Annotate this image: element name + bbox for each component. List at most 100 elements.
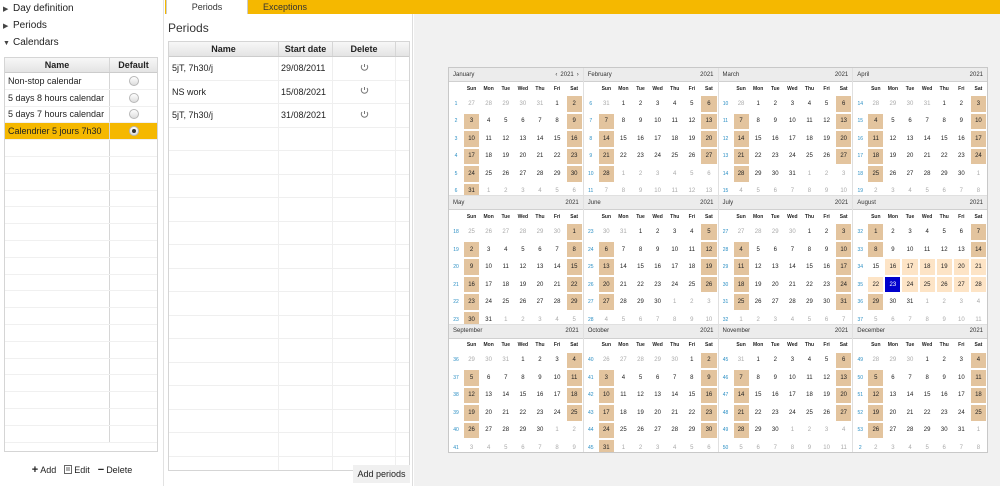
day-cell[interactable]: 8 — [969, 182, 987, 196]
caret-down-icon[interactable]: ▼ — [3, 35, 13, 52]
day-cell[interactable]: 30 — [514, 95, 532, 113]
day-cell[interactable]: 30 — [463, 310, 481, 324]
day-cell[interactable]: 2 — [700, 351, 718, 370]
day-cell[interactable]: 6 — [565, 182, 583, 196]
day-cell[interactable]: 8 — [565, 240, 583, 259]
day-cell[interactable]: 17 — [480, 275, 498, 294]
day-cell[interactable]: 1 — [918, 351, 936, 370]
day-cell[interactable]: 6 — [935, 439, 953, 452]
day-cell[interactable]: 7 — [597, 112, 615, 130]
day-cell[interactable]: 4 — [480, 439, 498, 452]
day-cell[interactable]: 16 — [935, 386, 953, 405]
day-cell[interactable]: 19 — [749, 275, 767, 294]
day-cell[interactable]: 1 — [497, 310, 515, 324]
day-cell[interactable]: 17 — [783, 386, 801, 405]
day-cell[interactable]: 7 — [497, 369, 515, 387]
day-cell[interactable]: 13 — [901, 130, 919, 148]
day-cell[interactable]: 17 — [835, 258, 853, 276]
day-cell[interactable]: 24 — [548, 404, 566, 422]
day-cell[interactable]: 18 — [666, 130, 684, 148]
day-cell[interactable]: 12 — [497, 130, 515, 148]
day-cell[interactable]: 1 — [732, 310, 750, 324]
day-cell[interactable]: 16 — [565, 130, 583, 148]
tree-item-calendars[interactable]: ▼ Calendars — [0, 34, 163, 51]
day-cell[interactable]: 15 — [749, 130, 767, 148]
day-cell[interactable]: 2 — [766, 95, 784, 113]
day-cell[interactable]: 27 — [514, 165, 532, 183]
day-cell[interactable]: 14 — [783, 258, 801, 276]
delete-icon[interactable] — [360, 110, 369, 121]
day-cell[interactable]: 1 — [548, 95, 566, 113]
tab-exceptions[interactable]: Exceptions — [250, 0, 320, 14]
day-cell[interactable]: 28 — [749, 223, 767, 241]
day-cell[interactable]: 5 — [614, 310, 632, 324]
day-cell[interactable]: 13 — [766, 258, 784, 276]
day-cell[interactable]: 13 — [514, 130, 532, 148]
day-cell[interactable]: 30 — [700, 421, 718, 440]
day-cell[interactable]: 4 — [497, 240, 515, 259]
day-cell[interactable]: 28 — [614, 293, 632, 311]
day-cell[interactable]: 7 — [766, 439, 784, 452]
column-header-name[interactable]: Name — [5, 58, 110, 72]
day-cell[interactable]: 31 — [597, 95, 615, 113]
day-cell[interactable]: 15 — [800, 258, 819, 276]
day-cell[interactable]: 20 — [700, 130, 718, 148]
calendar-row[interactable]: Non-stop calendar — [5, 73, 157, 90]
day-cell[interactable]: 6 — [884, 369, 902, 387]
default-radio[interactable] — [128, 109, 139, 120]
day-cell[interactable]: 6 — [766, 182, 784, 196]
day-cell[interactable]: 15 — [867, 258, 885, 276]
day-cell[interactable]: 14 — [918, 130, 936, 148]
day-cell[interactable]: 26 — [463, 421, 481, 440]
day-cell[interactable]: 18 — [565, 386, 583, 405]
day-cell[interactable]: 14 — [531, 130, 549, 148]
day-cell[interactable]: 3 — [649, 439, 667, 452]
day-cell[interactable]: 23 — [565, 147, 583, 165]
day-cell[interactable]: 7 — [918, 112, 936, 130]
day-cell[interactable]: 7 — [548, 240, 566, 259]
day-cell[interactable]: 19 — [818, 130, 836, 148]
day-cell[interactable]: 13 — [700, 182, 718, 196]
day-cell[interactable]: 28 — [901, 421, 919, 440]
day-cell[interactable]: 2 — [631, 439, 650, 452]
day-cell[interactable]: 24 — [952, 404, 970, 422]
day-cell[interactable]: 7 — [597, 182, 615, 196]
day-cell[interactable]: 18 — [614, 404, 632, 422]
day-cell[interactable]: 30 — [597, 223, 615, 241]
day-cell[interactable]: 7 — [783, 240, 801, 259]
day-cell[interactable]: 6 — [700, 165, 718, 183]
day-cell[interactable]: 10 — [666, 240, 684, 259]
calendar-row[interactable]: Calendrier 5 jours 7h30 — [5, 123, 157, 141]
day-cell[interactable]: 24 — [835, 275, 853, 294]
day-cell[interactable]: 11 — [666, 112, 684, 130]
day-cell[interactable]: 31 — [835, 293, 853, 311]
day-cell[interactable]: 8 — [918, 310, 936, 324]
day-cell[interactable]: 27 — [901, 165, 919, 183]
day-cell[interactable]: 1 — [918, 293, 936, 311]
day-cell[interactable]: 8 — [749, 112, 767, 130]
day-cell[interactable]: 28 — [497, 421, 515, 440]
day-cell[interactable]: 20 — [884, 404, 902, 422]
column-header-default[interactable]: Default — [110, 58, 157, 72]
day-cell[interactable]: 3 — [766, 310, 784, 324]
tree-item-day-definition[interactable]: ▶ Day definition — [0, 0, 163, 17]
day-cell[interactable]: 16 — [700, 386, 718, 405]
day-cell[interactable]: 20 — [649, 404, 667, 422]
day-cell[interactable]: 3 — [700, 293, 718, 311]
day-cell[interactable]: 2 — [565, 95, 583, 113]
day-cell[interactable]: 18 — [969, 386, 987, 405]
day-cell[interactable]: 29 — [548, 165, 566, 183]
day-cell[interactable]: 12 — [514, 258, 532, 276]
day-cell[interactable]: 26 — [935, 275, 953, 294]
day-cell[interactable]: 14 — [597, 130, 615, 148]
day-cell[interactable]: 2 — [749, 310, 767, 324]
day-cell[interactable]: 12 — [749, 258, 767, 276]
day-cell[interactable]: 5 — [683, 439, 701, 452]
day-cell[interactable]: 3 — [531, 310, 549, 324]
day-cell[interactable]: 4 — [969, 351, 987, 370]
day-cell[interactable]: 29 — [497, 95, 515, 113]
day-cell[interactable]: 17 — [969, 130, 987, 148]
day-cell[interactable]: 20 — [766, 275, 784, 294]
day-cell[interactable]: 5 — [749, 182, 767, 196]
day-cell[interactable]: 28 — [732, 421, 750, 440]
